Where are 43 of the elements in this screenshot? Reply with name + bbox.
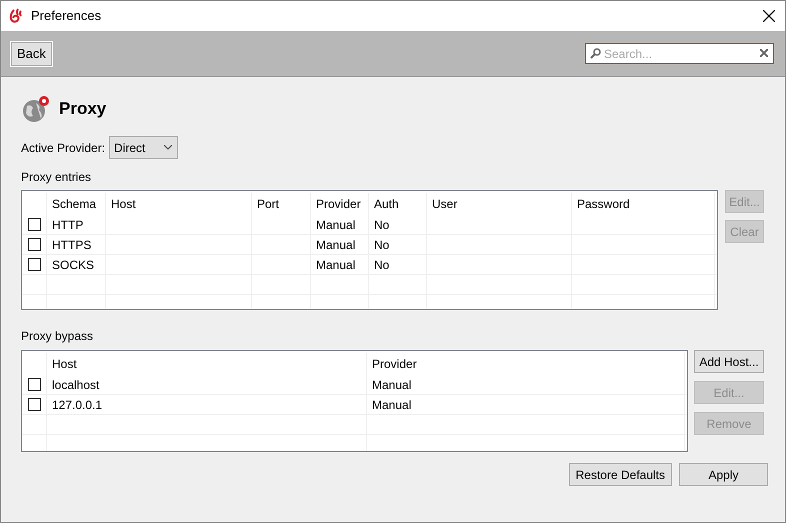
search-field[interactable]: Search... [585, 43, 774, 64]
active-provider-label: Active Provider: [21, 140, 106, 156]
checkbox[interactable] [28, 218, 40, 231]
column-header[interactable]: Host [111, 195, 136, 213]
table-cell-text: HTTP [52, 216, 84, 234]
table-cell-text: Manual [316, 236, 356, 254]
checkbox[interactable] [28, 378, 40, 391]
section-title: Proxy entries [21, 169, 92, 186]
clear-icon[interactable] [760, 49, 768, 57]
table-cell-text: No [374, 256, 390, 274]
table-cell-text: Manual [372, 376, 412, 394]
column-header[interactable]: Password [577, 195, 630, 213]
checkbox[interactable] [28, 258, 40, 271]
page-title: Proxy [59, 98, 106, 120]
app-logo-icon [9, 8, 23, 24]
table-cell-text: No [374, 216, 390, 234]
column-header[interactable]: Provider [316, 195, 361, 213]
table-cell-text: 127.0.0.1 [52, 396, 102, 414]
search-icon [590, 48, 601, 59]
chevron-icon [164, 145, 172, 150]
column-header[interactable]: Port [257, 195, 280, 213]
table-cell-text: HTTPS [52, 236, 92, 254]
table-cell-text: Manual [316, 216, 356, 234]
table-cell-text: Manual [372, 396, 412, 414]
table-cell-text: No [374, 236, 390, 254]
table-cell-text: SOCKS [52, 256, 94, 274]
column-header[interactable]: Provider [372, 355, 417, 373]
back-button[interactable]: Back [11, 42, 52, 66]
column-header[interactable]: Schema [52, 195, 96, 213]
action-button[interactable]: Restore Defaults [568, 463, 672, 486]
column-header[interactable]: Host [52, 355, 77, 373]
window-title: Preferences [31, 7, 102, 26]
action-button[interactable]: Add Host... [694, 350, 764, 373]
column-header[interactable]: User [432, 195, 458, 213]
table-cell-text: Manual [316, 256, 356, 274]
provider-dropdown[interactable]: Direct [109, 136, 178, 159]
action-button[interactable]: Apply [679, 463, 768, 486]
checkbox[interactable] [28, 238, 40, 251]
table-cell-text: localhost [52, 376, 100, 394]
section-title: Proxy bypass [21, 328, 94, 345]
close-icon[interactable] [763, 10, 775, 22]
column-header[interactable]: Auth [374, 195, 399, 213]
checkbox[interactable] [28, 398, 40, 411]
